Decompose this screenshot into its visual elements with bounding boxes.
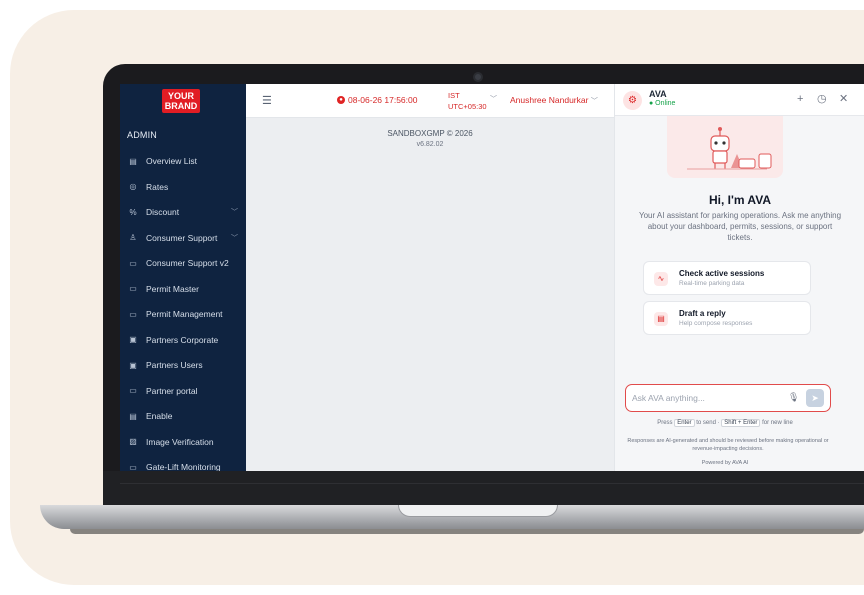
document-icon: ▤	[654, 312, 668, 326]
sidebar-item-label: Partner portal	[146, 385, 198, 396]
action-subtitle: Help compose responses	[679, 320, 753, 327]
chevron-down-icon[interactable]: ﹀	[231, 233, 238, 243]
ava-header: ⚙ AVA ● Online + ◷ ✕	[615, 84, 864, 116]
sidebar-item-partner-portal[interactable]: ▭ Partner portal	[120, 382, 246, 400]
clock-icon: ●	[337, 96, 345, 104]
sidebar-section-title: ADMIN	[127, 130, 157, 140]
sidebar-item-gate-lift-monitoring[interactable]: ▭ Gate-Lift Monitoring	[120, 458, 246, 471]
tag-icon: ◎	[129, 182, 137, 191]
image-icon: ▨	[129, 437, 137, 446]
timezone-selector[interactable]: IST UTC+05:30	[448, 90, 487, 112]
card-icon: ▭	[129, 309, 137, 319]
chevron-down-icon[interactable]: ﹀	[490, 94, 497, 104]
timezone-offset: UTC+05:30	[448, 102, 487, 111]
toggle-icon: ▤	[129, 411, 137, 421]
monitor-icon: ▭	[129, 462, 137, 472]
online-status: ● Online	[649, 100, 676, 107]
sidebar-item-permit-management[interactable]: ▭ Permit Management	[120, 305, 246, 323]
sidebar-item-rates[interactable]: ◎ Rates	[120, 178, 246, 196]
ai-disclaimer: Responses are AI-generated and should be…	[627, 438, 829, 452]
users-icon: ▣	[129, 360, 137, 370]
logo-line-2: BRAND	[164, 101, 198, 111]
chat-input[interactable]	[632, 391, 782, 405]
ava-assistant-panel: ⚙ AVA ● Online + ◷ ✕ Hi, I'm AVA Your AI…	[614, 84, 864, 471]
new-chat-button[interactable]: +	[797, 93, 803, 105]
sidebar-item-label: Image Verification	[146, 436, 214, 447]
logo-line-1: YOUR	[167, 91, 194, 101]
sidebar-item-enable[interactable]: ▤ Enable	[120, 407, 246, 425]
laptop-notch	[398, 505, 558, 517]
brand-logo[interactable]: YOUR BRAND	[162, 89, 200, 113]
enter-key: Enter	[674, 419, 695, 427]
discount-icon: %	[129, 207, 137, 217]
sidebar-item-partners-users[interactable]: ▣ Partners Users	[120, 356, 246, 374]
timezone-name: IST	[448, 91, 460, 100]
sidebar: YOUR BRAND ADMIN ▤ Overview List ◎ Rates% Di…	[120, 84, 246, 471]
check-active-sessions-button[interactable]: ∿ Check active sessions Real-time parkin…	[643, 261, 811, 295]
robot-illustration-icon	[687, 127, 772, 170]
pulse-icon: ∿	[654, 272, 668, 286]
sidebar-item-image-verification[interactable]: ▨ Image Verification	[120, 433, 246, 451]
robot-illustration	[667, 116, 783, 178]
history-icon[interactable]: ◷	[817, 93, 827, 105]
close-icon[interactable]: ✕	[839, 93, 848, 105]
sidebar-item-label: Discount	[146, 207, 180, 217]
chevron-down-icon: ﹀	[590, 98, 598, 105]
current-datetime: 08-06-26 17:56:00	[348, 95, 418, 105]
user-name: Anushree Nandurkar	[510, 95, 589, 105]
building-icon: ▣	[129, 335, 137, 344]
sidebar-item-label: Consumer Support v2	[146, 258, 229, 268]
sidebar-item-label: Permit Management	[146, 309, 223, 319]
laptop-screen: YOUR BRAND ADMIN ▤ Overview List ◎ Rates% Di…	[120, 84, 864, 471]
main-content: SANDBOXGMP © 2026 v6.82.02	[246, 119, 614, 471]
sidebar-item-label: Rates	[146, 181, 169, 192]
send-button[interactable]: ➤	[806, 389, 824, 407]
shift-enter-key: Shift + Enter	[721, 419, 761, 427]
action-title: Draft a reply	[679, 309, 726, 318]
sidebar-item-discount[interactable]: % Discount ﹀	[120, 203, 246, 221]
powered-by: Powered by AVA AI	[701, 460, 749, 466]
sidebar-item-label: Partners Corporate	[146, 334, 219, 345]
card-icon: ▭	[129, 386, 137, 395]
draft-reply-button[interactable]: ▤ Draft a reply Help compose responses	[643, 301, 811, 335]
footer-copyright: SANDBOXGMP © 2026	[387, 129, 473, 138]
sidebar-item-overview-list[interactable]: ▤ Overview List	[120, 152, 246, 170]
footer-version: v6.82.02	[416, 141, 444, 148]
assistant-name: AVA	[649, 89, 667, 99]
microphone-icon[interactable]: 🎙	[788, 392, 799, 403]
sidebar-item-consumer-support-v2[interactable]: ▭ Consumer Support v2	[120, 254, 246, 272]
sidebar-item-label: Enable	[146, 411, 173, 421]
hint-press: Press	[657, 420, 673, 426]
user-menu[interactable]: Anushree Nandurkar ﹀	[510, 95, 598, 106]
sidebar-item-label: Permit Master	[146, 283, 199, 294]
sidebar-item-consumer-support[interactable]: ♙ Consumer Support ﹀	[120, 229, 246, 247]
action-title: Check active sessions	[679, 269, 765, 278]
chevron-down-icon[interactable]: ﹀	[231, 207, 238, 217]
sidebar-item-label: Overview List	[146, 156, 198, 166]
collapse-menu-icon[interactable]: ☰	[262, 94, 272, 107]
sidebar-item-partners-corporate[interactable]: ▣ Partners Corporate	[120, 331, 246, 349]
robot-icon: ⚙	[623, 91, 642, 110]
keyboard-hint: Press Enter to send · Shift + Enter for …	[615, 419, 835, 427]
sidebar-item-permit-master[interactable]: ▭ Permit Master	[120, 280, 246, 298]
camera-icon	[473, 72, 483, 82]
hint-to-send: to send ·	[696, 420, 720, 426]
card-icon: ▭	[129, 258, 137, 268]
sidebar-item-label: Partners Users	[146, 360, 203, 370]
top-bar: ☰ ● 08-06-26 17:56:00 IST UTC+05:30 ﹀ An…	[246, 84, 614, 118]
card-icon: ▭	[129, 284, 137, 293]
user-icon: ♙	[129, 233, 137, 242]
laptop-shadow	[70, 529, 864, 534]
sidebar-item-label: Gate-Lift Monitoring	[146, 462, 221, 471]
sidebar-item-label: Consumer Support	[146, 232, 218, 243]
chin-divider	[120, 483, 864, 484]
list-icon: ▤	[129, 156, 137, 166]
ava-greeting: Hi, I'm AVA	[709, 193, 771, 207]
chat-input-box: 🎙 ➤	[625, 384, 831, 412]
action-subtitle: Real-time parking data	[679, 280, 745, 287]
ava-intro: Your AI assistant for parking operations…	[638, 211, 842, 242]
hint-new-line: for new line	[762, 420, 793, 426]
